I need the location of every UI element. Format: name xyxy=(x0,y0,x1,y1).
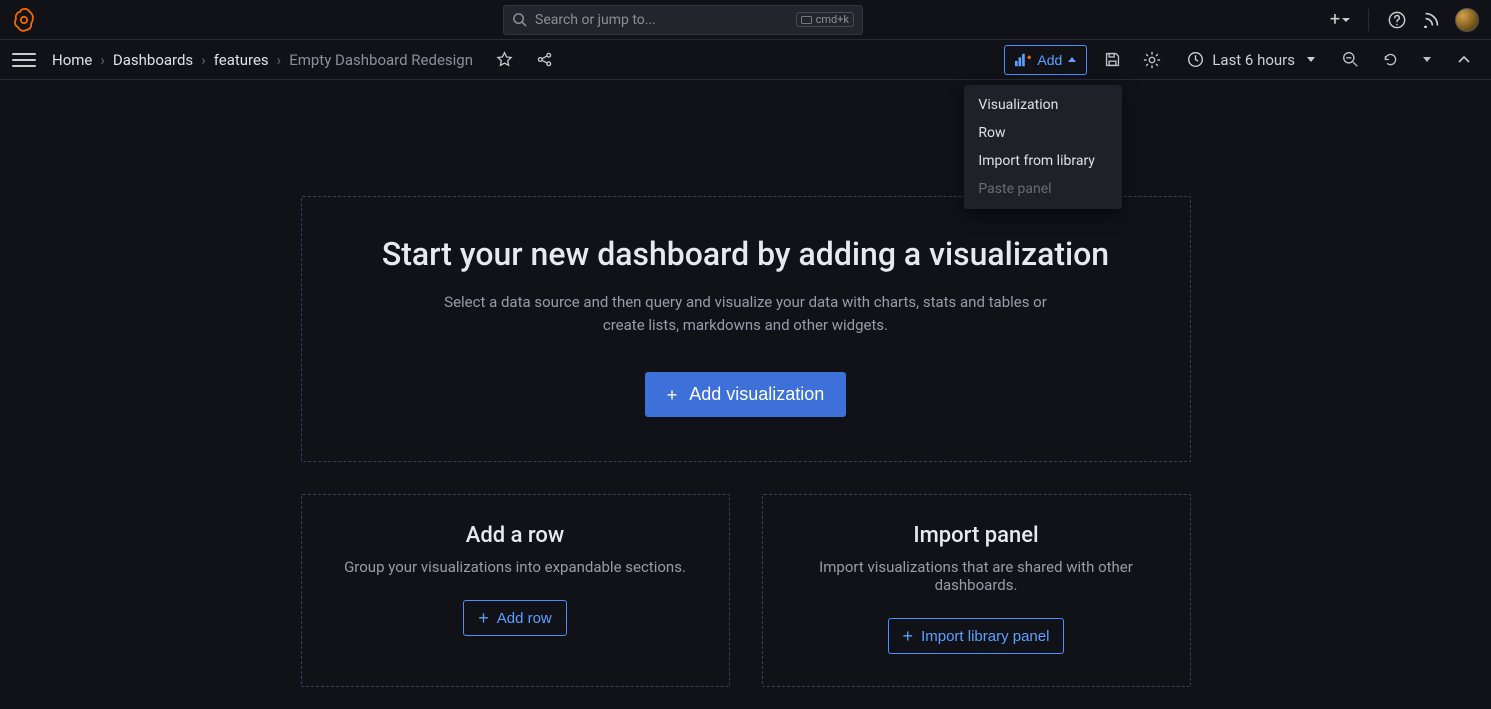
global-search-input[interactable]: Search or jump to... cmd+k xyxy=(503,5,863,35)
dropdown-item-row[interactable]: Row xyxy=(964,119,1122,147)
chevron-up-icon xyxy=(1068,57,1076,62)
plus-icon: + xyxy=(903,627,914,645)
add-visualization-button[interactable]: + Add visualization xyxy=(645,372,847,417)
card-subtitle: Import visualizations that are shared wi… xyxy=(787,558,1166,594)
clock-icon xyxy=(1187,51,1204,68)
time-range-button[interactable]: Last 6 hours xyxy=(1177,45,1325,75)
share-icon[interactable] xyxy=(529,45,559,75)
card-subtitle: Group your visualizations into expandabl… xyxy=(326,558,705,576)
add-row-button[interactable]: + Add row xyxy=(463,600,567,636)
grafana-logo[interactable] xyxy=(12,8,36,32)
user-avatar[interactable] xyxy=(1455,8,1479,32)
divider xyxy=(1368,9,1369,31)
search-icon xyxy=(512,12,527,27)
card-title: Add a row xyxy=(326,523,705,548)
plus-icon: + xyxy=(478,609,489,627)
help-icon[interactable] xyxy=(1387,10,1407,30)
breadcrumb-features[interactable]: features xyxy=(214,51,269,69)
add-button[interactable]: Add xyxy=(1004,45,1087,75)
menu-toggle-button[interactable] xyxy=(12,53,36,67)
import-library-panel-button[interactable]: + Import library panel xyxy=(888,618,1065,654)
add-dropdown: Visualization Row Import from library Pa… xyxy=(964,85,1122,209)
top-bar: Search or jump to... cmd+k + xyxy=(0,0,1491,40)
empty-state-hero: Start your new dashboard by adding a vis… xyxy=(301,196,1191,462)
search-placeholder: Search or jump to... xyxy=(535,12,656,28)
import-panel-card: Import panel Import visualizations that … xyxy=(762,494,1191,687)
chevron-down-icon xyxy=(1307,57,1315,62)
zoom-out-icon[interactable] xyxy=(1335,45,1365,75)
dashboard-canvas: Start your new dashboard by adding a vis… xyxy=(0,80,1491,687)
hero-subtitle: Select a data source and then query and … xyxy=(436,291,1056,336)
save-icon[interactable] xyxy=(1097,45,1127,75)
dropdown-item-visualization[interactable]: Visualization xyxy=(964,91,1122,119)
breadcrumb-current: Empty Dashboard Redesign xyxy=(289,51,473,69)
collapse-panel-icon[interactable] xyxy=(1449,45,1479,75)
add-row-card: Add a row Group your visualizations into… xyxy=(301,494,730,687)
page-toolbar: Home › Dashboards › features › Empty Das… xyxy=(0,40,1491,80)
plus-icon: + xyxy=(667,386,678,404)
panel-add-icon xyxy=(1015,53,1031,67)
hero-title: Start your new dashboard by adding a vis… xyxy=(342,235,1150,273)
card-title: Import panel xyxy=(787,523,1166,548)
breadcrumb-dashboards[interactable]: Dashboards xyxy=(113,51,193,69)
star-icon[interactable] xyxy=(489,45,519,75)
dropdown-item-paste-panel: Paste panel xyxy=(964,175,1122,203)
breadcrumb-home[interactable]: Home xyxy=(52,51,92,69)
search-shortcut: cmd+k xyxy=(796,12,854,27)
settings-icon[interactable] xyxy=(1137,45,1167,75)
breadcrumb: Home › Dashboards › features › Empty Das… xyxy=(52,51,473,69)
rss-icon[interactable] xyxy=(1421,10,1441,30)
create-new-button[interactable]: + xyxy=(1330,10,1350,30)
refresh-interval-dropdown[interactable] xyxy=(1415,45,1439,75)
dropdown-item-import-library[interactable]: Import from library xyxy=(964,147,1122,175)
refresh-icon[interactable] xyxy=(1375,45,1405,75)
